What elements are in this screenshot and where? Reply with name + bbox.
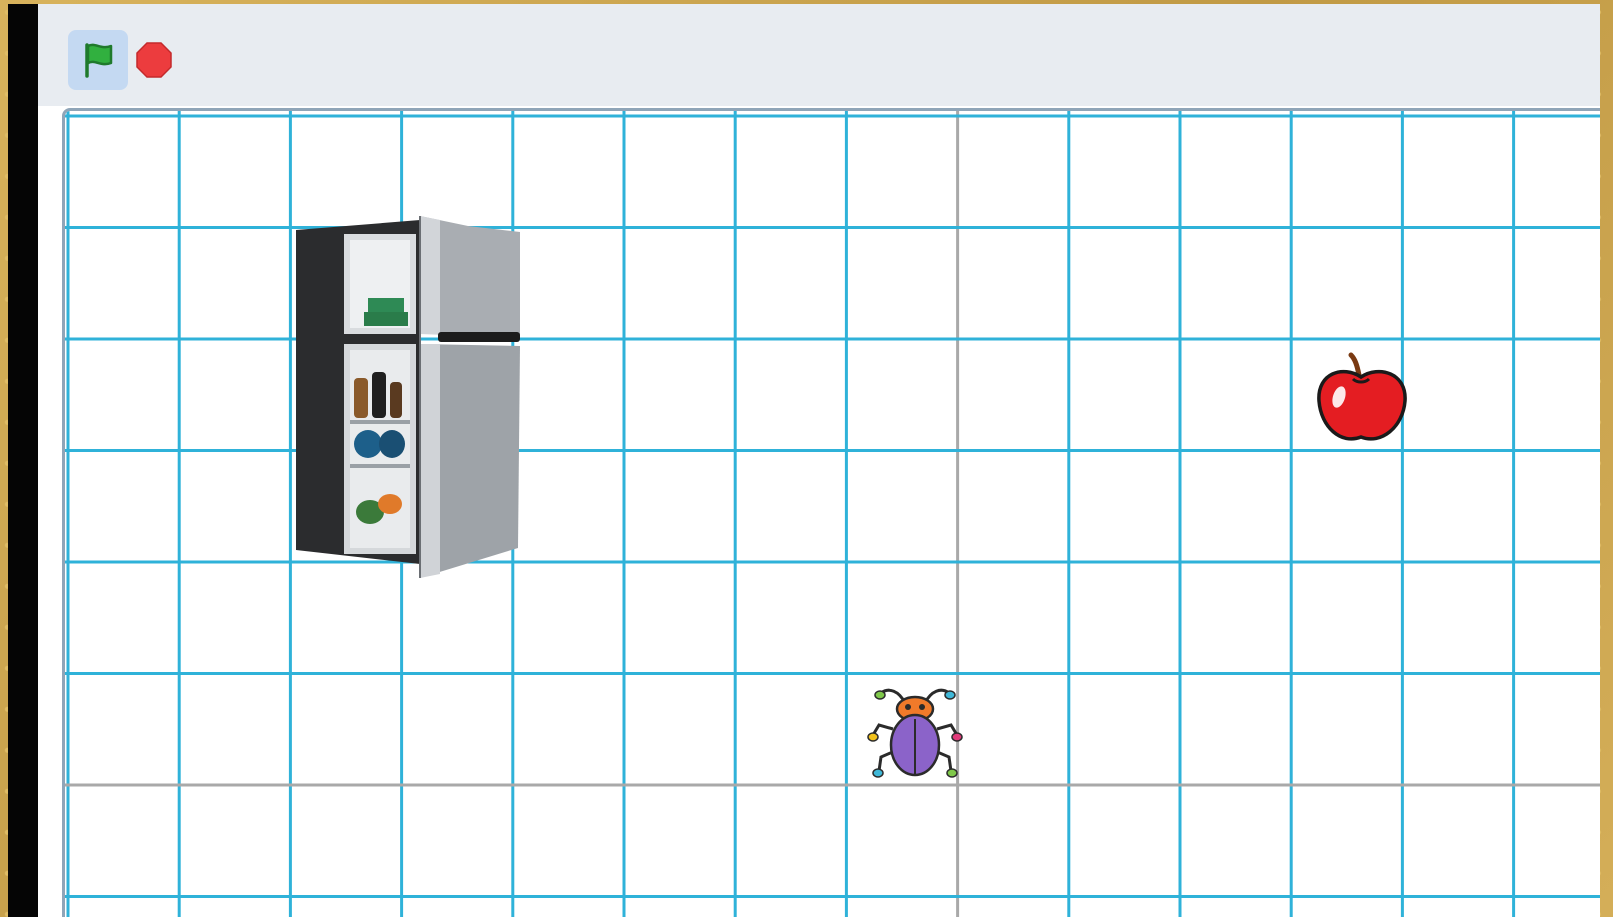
stage-window [38, 4, 1600, 917]
beetle-sprite[interactable] [867, 679, 963, 783]
refrigerator-icon [296, 216, 520, 578]
green-flag-icon [85, 43, 113, 78]
stop-button[interactable] [134, 40, 174, 80]
beetle-icon [867, 688, 963, 778]
stage-canvas[interactable] [62, 108, 1600, 917]
stop-sign-icon [136, 42, 172, 78]
refrigerator-sprite[interactable] [290, 212, 522, 584]
stage-toolbar [38, 4, 1600, 106]
left-edge-bar [8, 4, 38, 917]
green-flag-button[interactable] [68, 30, 128, 90]
apple-sprite[interactable] [1313, 351, 1409, 447]
apple-icon [1317, 352, 1407, 441]
